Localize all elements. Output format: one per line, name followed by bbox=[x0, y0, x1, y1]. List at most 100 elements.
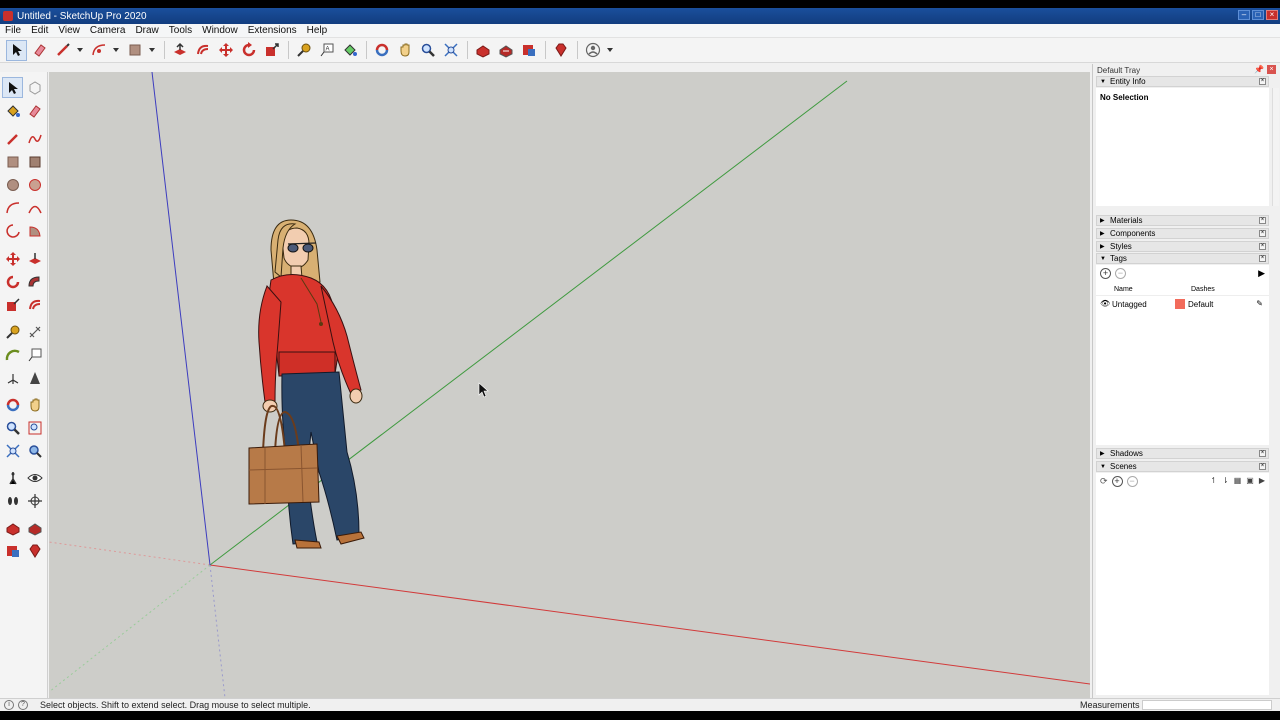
menu-camera[interactable]: Camera bbox=[90, 25, 126, 36]
left-position-camera-button[interactable] bbox=[2, 467, 23, 488]
entity-info-scrollbar[interactable] bbox=[1272, 88, 1279, 206]
maximize-button[interactable]: □ bbox=[1252, 10, 1264, 20]
menu-window[interactable]: Window bbox=[202, 25, 238, 36]
text-tool-button[interactable]: A bbox=[316, 40, 337, 61]
left-follow-me-button[interactable] bbox=[24, 271, 45, 292]
scene-details-icon[interactable]: ▶ bbox=[1259, 476, 1265, 485]
left-rotated-rectangle-button[interactable] bbox=[24, 151, 45, 172]
left-extension-manager-button[interactable] bbox=[24, 540, 45, 561]
left-offset-button[interactable] bbox=[24, 294, 45, 315]
left-2point-arc-button[interactable] bbox=[24, 197, 45, 218]
tags-col-name[interactable]: Name bbox=[1114, 286, 1133, 293]
left-zoom-button[interactable] bbox=[2, 417, 23, 438]
left-look-around-button[interactable] bbox=[24, 467, 45, 488]
arc-tool-dropdown[interactable] bbox=[111, 40, 120, 61]
tag-details-icon[interactable]: ▶ bbox=[1258, 268, 1265, 279]
panel-close-icon[interactable]: × bbox=[1259, 78, 1266, 85]
paint-bucket-tool-button[interactable] bbox=[339, 40, 360, 61]
refresh-scene-icon[interactable]: ⟳ bbox=[1100, 476, 1108, 487]
left-3point-arc-button[interactable] bbox=[2, 220, 23, 241]
close-window-button[interactable]: × bbox=[1266, 10, 1278, 20]
zoom-extents-button[interactable] bbox=[440, 40, 461, 61]
entity-info-panel-header[interactable]: ▼ Entity Info × bbox=[1096, 76, 1269, 87]
left-move-button[interactable] bbox=[2, 248, 23, 269]
styles-panel-header[interactable]: ▶ Styles × bbox=[1096, 241, 1269, 252]
left-circle-button[interactable] bbox=[2, 174, 23, 195]
view-options-icon[interactable]: ▦ bbox=[1234, 476, 1242, 485]
panel-close-icon[interactable]: × bbox=[1259, 255, 1266, 262]
panel-close-icon[interactable]: × bbox=[1259, 217, 1266, 224]
menu-edit[interactable]: Edit bbox=[31, 25, 48, 36]
move-scene-up-icon[interactable]: ↿ bbox=[1210, 476, 1217, 485]
left-protractor-button[interactable] bbox=[2, 344, 23, 365]
tape-measure-tool-button[interactable] bbox=[293, 40, 314, 61]
shape-tool-dropdown[interactable] bbox=[147, 40, 156, 61]
rectangle-tool-button[interactable] bbox=[124, 40, 145, 61]
left-scale-button[interactable] bbox=[2, 294, 23, 315]
pan-tool-button[interactable] bbox=[394, 40, 415, 61]
shadows-panel-header[interactable]: ▶ Shadows × bbox=[1096, 448, 1269, 459]
panel-close-icon[interactable]: × bbox=[1259, 450, 1266, 457]
left-extension-warehouse-button[interactable] bbox=[24, 517, 45, 538]
left-paint-bucket-button[interactable] bbox=[2, 100, 23, 121]
left-previous-view-button[interactable] bbox=[24, 440, 45, 461]
left-select-tool-button[interactable] bbox=[2, 77, 23, 98]
scale-figure-person[interactable] bbox=[248, 219, 365, 549]
left-dimension-button[interactable] bbox=[24, 321, 45, 342]
eraser-tool-button[interactable] bbox=[29, 40, 50, 61]
rotate-tool-button[interactable] bbox=[238, 40, 259, 61]
left-zoom-window-button[interactable] bbox=[24, 417, 45, 438]
panel-close-icon[interactable]: × bbox=[1259, 463, 1266, 470]
panel-close-icon[interactable]: × bbox=[1259, 243, 1266, 250]
move-scene-down-icon[interactable]: ⇂ bbox=[1222, 476, 1229, 485]
left-walk-button[interactable] bbox=[2, 490, 23, 511]
menu-draw[interactable]: Draw bbox=[135, 25, 158, 36]
menu-extensions[interactable]: Extensions bbox=[248, 25, 297, 36]
left-pan-button[interactable] bbox=[24, 394, 45, 415]
menu-tools[interactable]: Tools bbox=[169, 25, 192, 36]
left-section-plane-button[interactable] bbox=[24, 490, 45, 511]
offset-tool-button[interactable] bbox=[192, 40, 213, 61]
menu-view[interactable]: View bbox=[58, 25, 80, 36]
geo-location-icon[interactable]: i bbox=[4, 700, 14, 710]
move-tool-button[interactable] bbox=[215, 40, 236, 61]
zoom-tool-button[interactable] bbox=[417, 40, 438, 61]
left-orbit-button[interactable] bbox=[2, 394, 23, 415]
tag-color-swatch[interactable] bbox=[1175, 299, 1185, 309]
left-rotate-button[interactable] bbox=[2, 271, 23, 292]
left-zoom-extents-button[interactable] bbox=[2, 440, 23, 461]
tray-close-button[interactable]: × bbox=[1267, 65, 1276, 74]
measurements-input[interactable] bbox=[1142, 700, 1272, 710]
line-tool-dropdown[interactable] bbox=[75, 40, 84, 61]
left-layout-button[interactable] bbox=[2, 540, 23, 561]
remove-scene-icon[interactable]: − bbox=[1126, 476, 1138, 487]
modeling-viewport[interactable] bbox=[49, 72, 1090, 698]
left-axes-button[interactable] bbox=[2, 367, 23, 388]
account-button[interactable] bbox=[582, 40, 603, 61]
account-dropdown[interactable] bbox=[605, 40, 614, 61]
layout-send-button[interactable] bbox=[518, 40, 539, 61]
left-arc-button[interactable] bbox=[2, 197, 23, 218]
left-rectangle-button[interactable] bbox=[2, 151, 23, 172]
delete-tag-icon[interactable]: − bbox=[1115, 268, 1126, 279]
select-tool-button[interactable] bbox=[6, 39, 27, 61]
menu-file[interactable]: File bbox=[5, 25, 21, 36]
left-3d-text-button[interactable] bbox=[24, 367, 45, 388]
table-row[interactable]: 👁 Untagged Default ✎ bbox=[1096, 298, 1269, 311]
left-pie-button[interactable] bbox=[24, 220, 45, 241]
arc-tool-button[interactable] bbox=[88, 40, 109, 61]
left-freehand-button[interactable] bbox=[24, 128, 45, 149]
orbit-tool-button[interactable] bbox=[371, 40, 392, 61]
instructor-help-icon[interactable]: ? bbox=[18, 700, 28, 710]
scale-tool-button[interactable] bbox=[261, 40, 282, 61]
minimize-button[interactable]: – bbox=[1238, 10, 1250, 20]
extension-manager-button[interactable] bbox=[550, 40, 571, 61]
left-polygon-button[interactable] bbox=[24, 174, 45, 195]
scenes-panel-header[interactable]: ▼ Scenes × bbox=[1096, 461, 1269, 472]
panel-close-icon[interactable]: × bbox=[1259, 230, 1266, 237]
make-component-button[interactable] bbox=[24, 77, 45, 98]
materials-panel-header[interactable]: ▶ Materials × bbox=[1096, 215, 1269, 226]
left-3d-warehouse-button[interactable] bbox=[2, 517, 23, 538]
left-text-button[interactable] bbox=[24, 344, 45, 365]
line-tool-button[interactable] bbox=[52, 40, 73, 61]
